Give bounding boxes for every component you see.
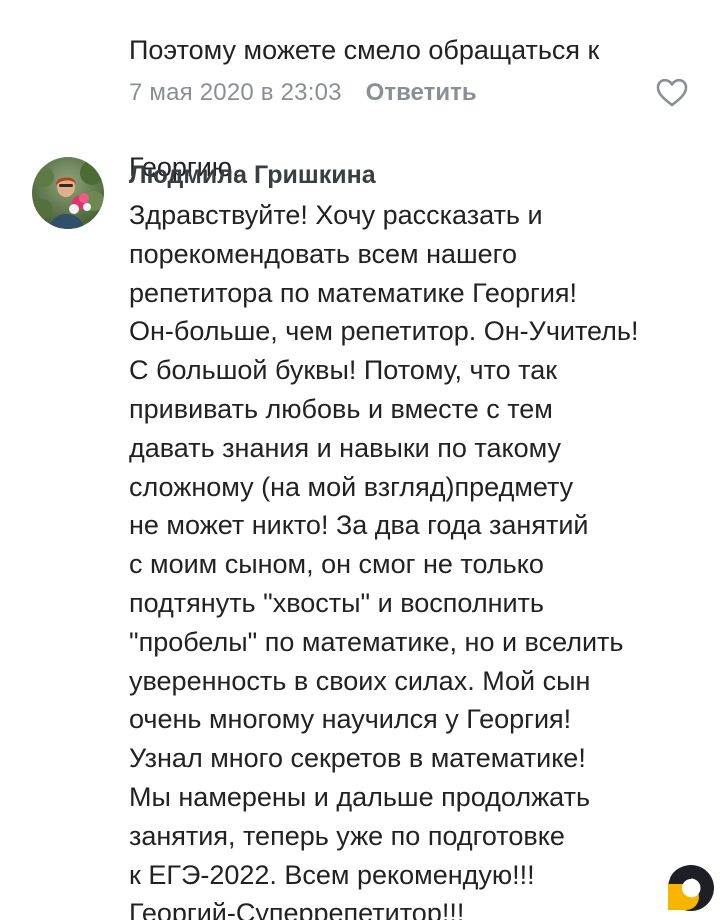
avatar[interactable] bbox=[32, 157, 104, 229]
comment-line: С большой буквы! Потому, что так bbox=[129, 355, 558, 386]
comment-line: Он-больше, чем репетитор. Он-Учитель! bbox=[129, 316, 639, 347]
comment-line: Георгий-Суперрепетитор!!! bbox=[129, 898, 465, 920]
heart-outline-icon-graphic bbox=[656, 78, 688, 107]
comment-line: сложному (на мой взгляд)предмету bbox=[129, 471, 574, 502]
comment-author[interactable]: Людмила Гришкина bbox=[129, 158, 376, 192]
avatar-photo bbox=[32, 157, 104, 229]
comment-line: давать знания и навыки по такому bbox=[129, 432, 561, 463]
comment-line: прививать любовь и вместе с тем bbox=[129, 393, 553, 424]
previous-comment-meta: 7 мая 2020 в 23:03 Ответить bbox=[129, 76, 477, 110]
comment-line: Здравствуйте! Хочу рассказать и bbox=[129, 200, 543, 230]
heart-outline-icon[interactable] bbox=[656, 78, 688, 108]
comment-line: к ЕГЭ-2022. Всем рекомендую!!! bbox=[129, 859, 535, 890]
comment-line: очень многому научился у Георгия! bbox=[129, 704, 572, 735]
comment-line: не может никто! За два года занятий bbox=[129, 510, 589, 541]
comment-line: "пробелы" по математике, но и вселить bbox=[129, 626, 624, 657]
comment-line: уверенность в своих силах. Мой сын bbox=[129, 665, 591, 696]
comment-line: репетитора по математике Георгия! bbox=[129, 277, 578, 308]
comment-line: подтянуть "хвосты" и восполнить bbox=[129, 587, 544, 618]
comment-text: Здравствуйте! Хочу рассказать и порекоме… bbox=[129, 196, 709, 920]
brand-logo-graphic bbox=[668, 865, 714, 911]
comment-line: Мы намерены и дальше продолжать bbox=[129, 781, 591, 812]
brand-logo-icon bbox=[664, 862, 716, 914]
reply-button[interactable]: Ответить bbox=[366, 79, 477, 107]
comment-line: порекомендовать всем нашего bbox=[129, 238, 517, 269]
comment-line: Узнал много секретов в математике! bbox=[129, 743, 586, 774]
comment-line: с моим сыном, он смог не только bbox=[129, 549, 544, 580]
comment-date: 7 мая 2020 в 23:03 bbox=[129, 79, 342, 106]
previous-comment-line: Поэтому можете смело обращаться к bbox=[129, 35, 600, 65]
comment-line: занятия, теперь уже по подготовке bbox=[129, 820, 565, 851]
